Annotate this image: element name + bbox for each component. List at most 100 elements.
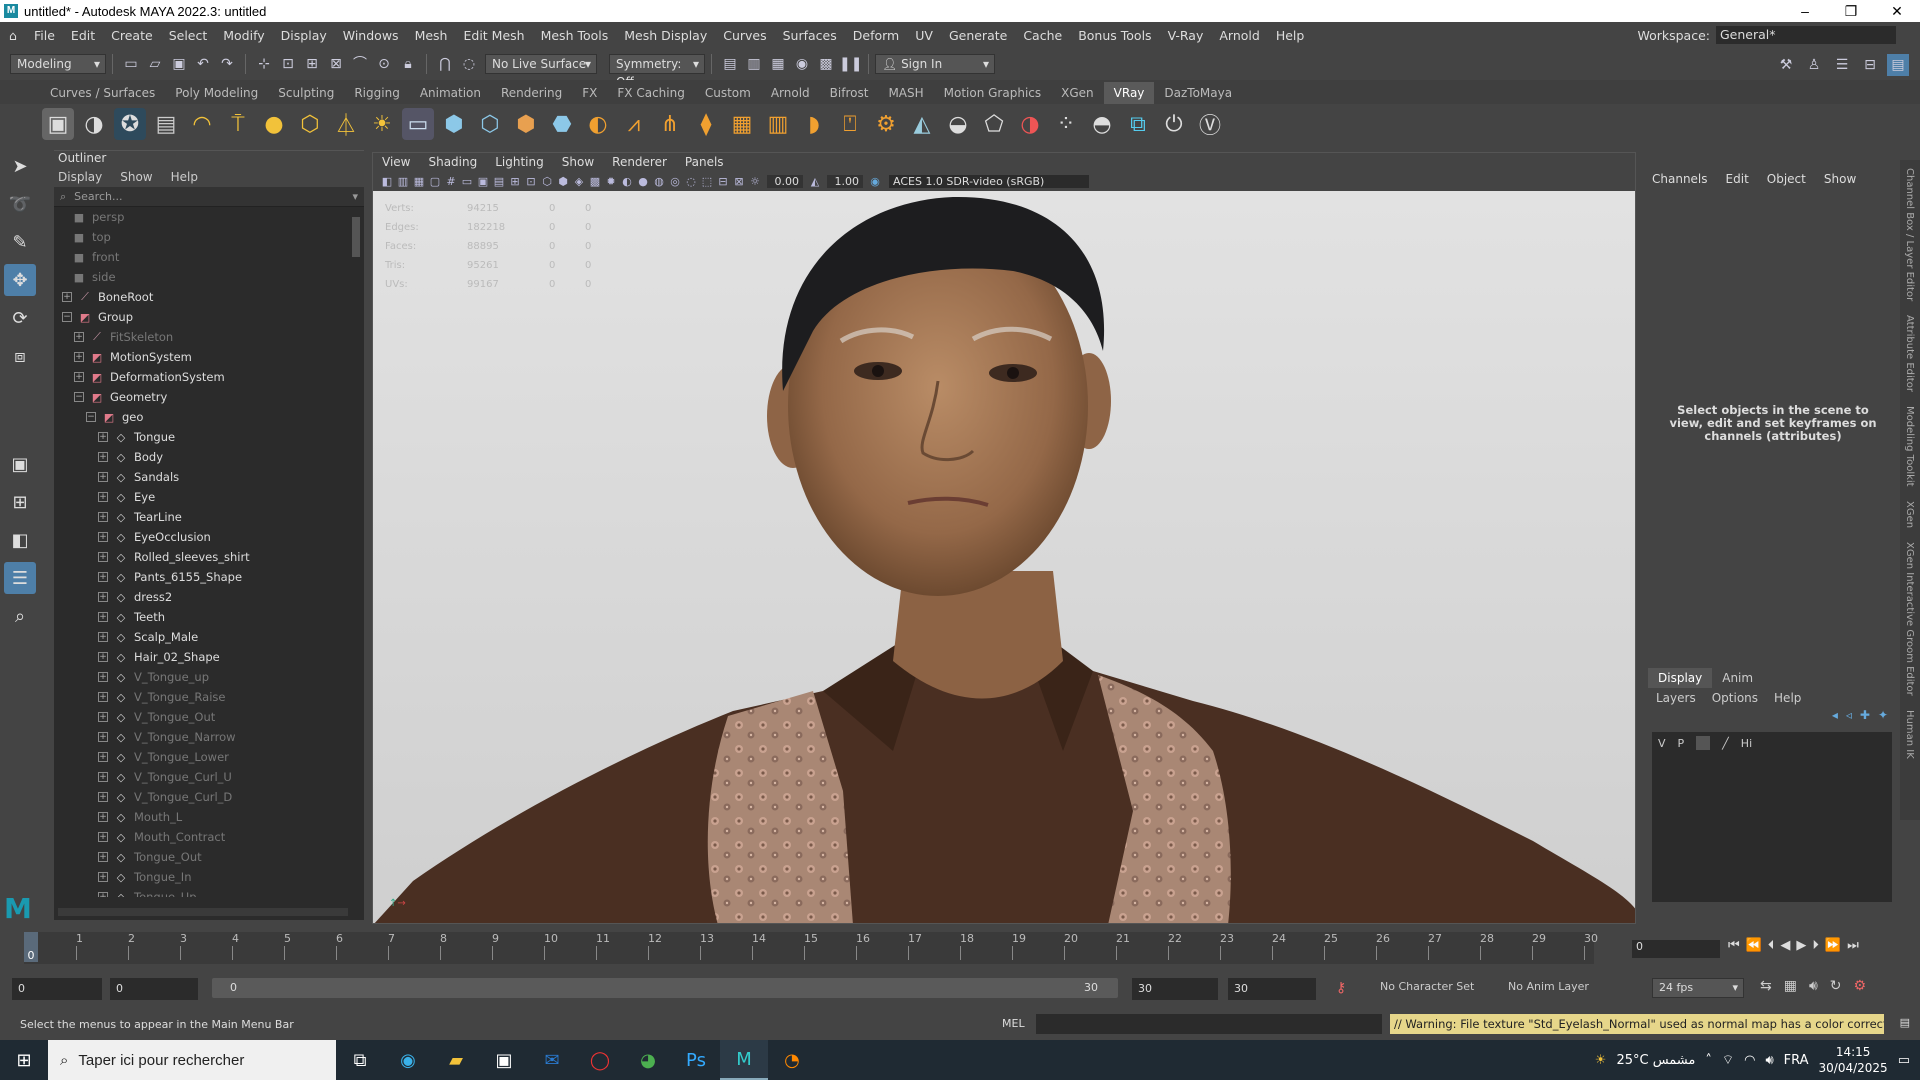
outliner-row[interactable]: + ◇ V_Tongue_Out	[54, 707, 364, 727]
render-settings-icon[interactable]: ▦	[767, 53, 789, 75]
outliner-row[interactable]: + ⟋ FitSkeleton	[54, 327, 364, 347]
playback-range-bar[interactable]: 0 30	[212, 978, 1118, 998]
human-ik-icon[interactable]: ♙	[1803, 54, 1825, 76]
side-tab-channel-box[interactable]: Channel Box / Layer Editor	[1904, 168, 1915, 301]
expand-toggle-icon[interactable]: +	[98, 592, 108, 602]
vray-render-settings-icon[interactable]: ▣	[42, 108, 74, 140]
step-back-frame-icon[interactable]: ⏴	[1768, 938, 1775, 953]
menu-item[interactable]: Mesh	[407, 28, 456, 43]
shelf-tab[interactable]: FX	[572, 82, 607, 104]
current-frame-marker[interactable]: 0	[24, 932, 38, 962]
sound-icon[interactable]: 🔊︎	[1809, 978, 1818, 994]
menu-item[interactable]: Modify	[215, 28, 272, 43]
outliner-row[interactable]: − ◩ Group	[54, 307, 364, 327]
outliner-row[interactable]: − ◩ geo	[54, 407, 364, 427]
search-tool-icon[interactable]: ⌕	[4, 600, 36, 632]
scene-icon[interactable]: ⬣	[546, 108, 578, 140]
new-layer-selected-icon[interactable]: ✦	[1878, 708, 1888, 722]
expand-toggle-icon[interactable]: +	[98, 632, 108, 642]
vray-render-icon[interactable]: ◑	[78, 108, 110, 140]
outliner-row[interactable]: + ◩ MotionSystem	[54, 347, 364, 367]
expand-toggle-icon[interactable]: +	[98, 752, 108, 762]
select-tool-icon[interactable]: ➤	[4, 150, 36, 182]
character-set-dropdown[interactable]: No Character Set	[1380, 980, 1474, 993]
outliner-hscrollbar[interactable]	[58, 908, 348, 916]
play-backward-icon[interactable]: ◀	[1780, 938, 1790, 953]
shelf-tab[interactable]: Animation	[410, 82, 491, 104]
outliner-menu-display[interactable]: Display	[58, 170, 102, 184]
outliner-row[interactable]: + ◇ Body	[54, 447, 364, 467]
outlook-icon[interactable]: ✉	[528, 1040, 576, 1080]
menu-item[interactable]: File	[26, 28, 63, 43]
outliner-row[interactable]: ■ top	[54, 227, 364, 247]
open-scene-icon[interactable]: ▱	[144, 53, 166, 75]
play-forward-icon[interactable]: ▶	[1796, 938, 1806, 953]
bookmark-icon[interactable]: ▦	[411, 175, 427, 188]
outliner-row[interactable]: + ◇ Scalp_Male	[54, 627, 364, 647]
outliner-row[interactable]: + ◇ Tongue_In	[54, 867, 364, 887]
shelf-tab[interactable]: MASH	[878, 82, 933, 104]
menu-item[interactable]: Create	[103, 28, 161, 43]
channel-menu-show[interactable]: Show	[1824, 172, 1856, 186]
snap-curve-icon[interactable]: ⌒	[349, 53, 371, 75]
grid-toggle-icon[interactable]: #	[443, 175, 459, 188]
shelf-tab[interactable]: Sculpting	[268, 82, 344, 104]
notifications-icon[interactable]: ▭	[1898, 1053, 1910, 1068]
outliner-row[interactable]: + ◇ V_Tongue_up	[54, 667, 364, 687]
expand-toggle-icon[interactable]: −	[86, 412, 96, 422]
expand-toggle-icon[interactable]: +	[98, 472, 108, 482]
mesh-light-icon[interactable]: ⬡	[294, 108, 326, 140]
render-icon[interactable]: ▤	[719, 53, 741, 75]
shelf-tab[interactable]: Motion Graphics	[934, 82, 1052, 104]
shelf-tab[interactable]: Bifrost	[820, 82, 879, 104]
four-view-icon[interactable]: ⊞	[4, 486, 36, 518]
viewport-menu-shading[interactable]: Shading	[419, 155, 486, 169]
smooth-shade-icon[interactable]: ⬢	[555, 175, 571, 188]
tab-display[interactable]: Display	[1648, 668, 1713, 688]
attribute-editor-icon[interactable]: ☰	[1831, 54, 1853, 76]
loop-icon[interactable]: ⇆	[1760, 978, 1772, 994]
expand-toggle-icon[interactable]: +	[98, 512, 108, 522]
film-gate-icon[interactable]: ▭	[459, 175, 475, 188]
taskbar-search-input[interactable]: Taper ici pour rechercher	[78, 1052, 244, 1069]
vray-scene-icon[interactable]: ⬠	[978, 108, 1010, 140]
menu-item[interactable]: Windows	[335, 28, 407, 43]
task-view-icon[interactable]: ⧉	[336, 1040, 384, 1080]
outliner-row[interactable]: + ◇ V_Tongue_Curl_D	[54, 787, 364, 807]
maya-taskbar-icon[interactable]: M	[720, 1040, 768, 1080]
channel-menu-edit[interactable]: Edit	[1726, 172, 1749, 186]
menu-item[interactable]: Bonus Tools	[1070, 28, 1159, 43]
outliner-row[interactable]: + ◇ Sandals	[54, 467, 364, 487]
outliner-row[interactable]: ■ front	[54, 247, 364, 267]
opera-icon[interactable]: ◯	[576, 1040, 624, 1080]
menu-item[interactable]: Edit	[63, 28, 103, 43]
expand-toggle-icon[interactable]: +	[98, 652, 108, 662]
outliner-menu-help[interactable]: Help	[171, 170, 198, 184]
dome-light-icon[interactable]: ●	[258, 108, 290, 140]
tool-settings-icon[interactable]: ⊟	[1859, 54, 1881, 76]
side-tab-modeling-toolkit[interactable]: Modeling Toolkit	[1904, 406, 1915, 487]
expand-toggle-icon[interactable]: +	[98, 552, 108, 562]
scale-tool-icon[interactable]: ⧈	[4, 340, 36, 372]
menu-item[interactable]: Arnold	[1211, 28, 1267, 43]
shelf-tab[interactable]: XGen	[1051, 82, 1104, 104]
fur-icon[interactable]: ⬢	[510, 108, 542, 140]
outliner-row[interactable]: + ◇ Mouth_L	[54, 807, 364, 827]
scene-start-field[interactable]: 0	[12, 978, 102, 1000]
step-forward-key-icon[interactable]: ⏩	[1825, 938, 1841, 953]
shelf-tab[interactable]: Rendering	[491, 82, 572, 104]
decal-icon[interactable]: ⧫	[690, 108, 722, 140]
hypershade-icon[interactable]: ◉	[791, 53, 813, 75]
layer-menu-layers[interactable]: Layers	[1656, 691, 1696, 705]
side-tab-human-ik[interactable]: Human IK	[1904, 710, 1915, 759]
photoshop-icon[interactable]: Ps	[672, 1040, 720, 1080]
undo-icon[interactable]: ↶	[192, 53, 214, 75]
ipr-render-icon[interactable]: ▥	[743, 53, 765, 75]
outliner-row[interactable]: + ◩ DeformationSystem	[54, 367, 364, 387]
expand-toggle-icon[interactable]: +	[98, 432, 108, 442]
shadows-icon[interactable]: ◐	[619, 175, 635, 188]
channel-box-icon[interactable]: ▤	[1887, 54, 1909, 76]
playback-column[interactable]: P	[1678, 737, 1685, 750]
lock-icon[interactable]: 🔒︎	[397, 53, 419, 75]
outliner-menu-show[interactable]: Show	[120, 170, 152, 184]
